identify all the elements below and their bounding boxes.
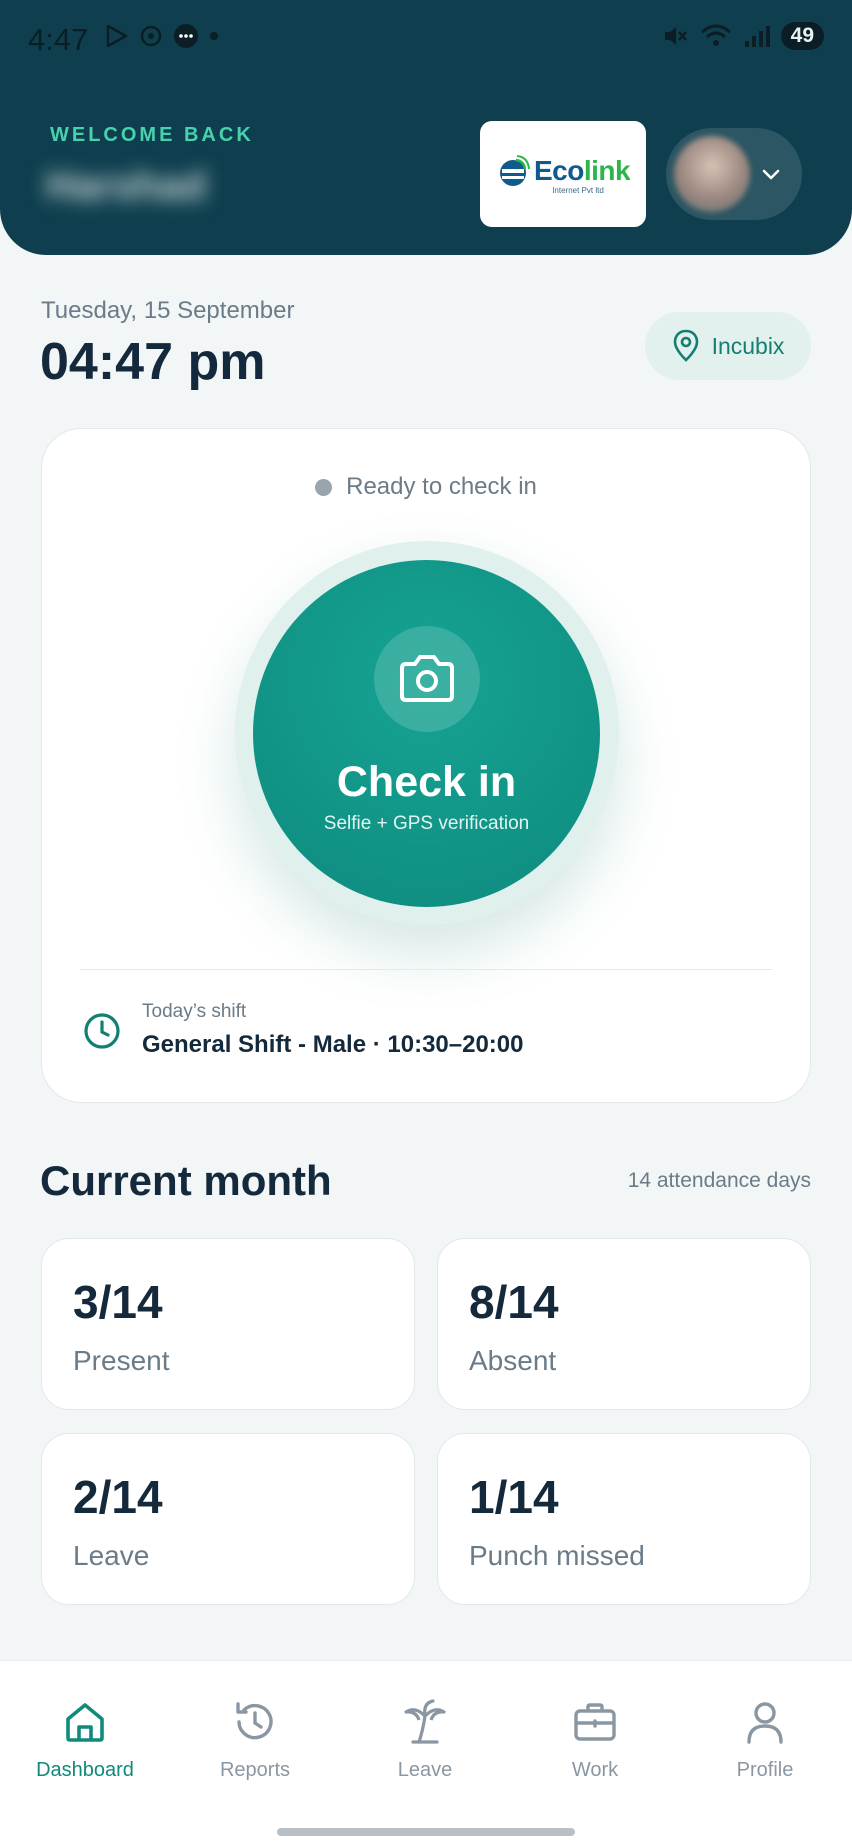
stat-value: 1/14 (469, 1471, 559, 1523)
user-icon (747, 1702, 783, 1744)
stat-value: 2/14 (73, 1471, 163, 1523)
nav-label: Leave (397, 1759, 453, 1781)
ecolink-logo-icon (499, 154, 530, 186)
checkin-status: Ready to check in (42, 473, 810, 501)
stat-card-leave[interactable]: 2/14 Leave (41, 1433, 415, 1605)
battery-indicator: 49 (780, 22, 824, 50)
stat-card-present[interactable]: 3/14 Present (41, 1238, 415, 1410)
chat-bubble-icon (174, 24, 198, 48)
history-icon (236, 1702, 273, 1740)
nav-item-leave[interactable]: Leave (340, 1697, 510, 1782)
notification-icons (104, 22, 220, 50)
avatar (674, 136, 750, 212)
more-dot-icon (210, 32, 218, 40)
app-header: 4:47 49 WELCOME BACK Harshad Ecolink Int… (0, 0, 852, 255)
palm-tree-icon (404, 1699, 446, 1744)
clock-icon (84, 1013, 120, 1049)
location-name: Incubix (711, 332, 785, 359)
camera-icon (399, 655, 454, 702)
attendance-days: 14 attendance days (627, 1169, 811, 1192)
nav-label: Work (571, 1759, 619, 1781)
current-date: Tuesday, 15 September (41, 297, 295, 324)
camera-badge (373, 626, 480, 732)
profile-menu-button[interactable] (666, 128, 802, 220)
shift-label: Today’s shift (142, 1001, 247, 1022)
checkin-card: Ready to check in Check in Selfie + GPS … (41, 428, 811, 1103)
home-icon (66, 1703, 104, 1742)
stat-label: Punch missed (469, 1540, 645, 1571)
current-time: 04:47 pm (40, 333, 266, 391)
system-status-icons: 49 (661, 22, 824, 50)
nav-item-profile[interactable]: Profile (680, 1697, 850, 1782)
company-logo: Ecolink Internet Pvt ltd (480, 121, 646, 227)
stat-card-punch-missed[interactable]: 1/14 Punch missed (437, 1433, 811, 1605)
nav-label: Dashboard (36, 1759, 134, 1781)
location-chip[interactable]: Incubix (645, 312, 811, 380)
play-store-icon (106, 24, 128, 48)
stat-value: 8/14 (469, 1276, 559, 1328)
map-pin-icon (673, 329, 698, 362)
status-dot (315, 478, 333, 496)
openai-icon (140, 25, 162, 47)
bottom-navigation: Dashboard Reports Leave Work Profile (0, 1660, 852, 1847)
stat-value: 3/14 (73, 1276, 163, 1328)
mute-icon (664, 27, 687, 45)
status-bar: 4:47 49 (0, 0, 852, 80)
home-indicator[interactable] (277, 1828, 575, 1836)
section-title: Current month (40, 1157, 332, 1204)
nav-label: Profile (736, 1759, 794, 1781)
logo-text-eco: Eco (533, 154, 584, 186)
nav-item-reports[interactable]: Reports (170, 1697, 340, 1782)
nav-item-work[interactable]: Work (510, 1697, 680, 1782)
stat-label: Absent (469, 1345, 557, 1376)
checkin-button-sublabel: Selfie + GPS verification (323, 813, 530, 834)
welcome-label: WELCOME BACK (50, 124, 254, 146)
stat-card-absent[interactable]: 8/14 Absent (437, 1238, 811, 1410)
checkin-status-text: Ready to check in (346, 473, 537, 500)
logo-text-link: link (583, 154, 631, 186)
checkin-button[interactable]: Check in Selfie + GPS verification (253, 560, 600, 907)
divider (80, 969, 772, 970)
status-time: 4:47 (28, 22, 89, 57)
company-tagline: Internet Pvt ltd (552, 185, 604, 195)
wifi-icon (700, 24, 731, 46)
stat-label: Leave (73, 1540, 150, 1571)
nav-label: Reports (219, 1759, 291, 1781)
signal-icon (744, 26, 770, 47)
briefcase-icon (574, 1703, 616, 1741)
shift-value: General Shift - Male · 10:30–20:00 (142, 1031, 524, 1058)
checkin-button-label: Check in (336, 758, 517, 806)
chevron-down-icon (762, 169, 780, 180)
nav-item-dashboard[interactable]: Dashboard (0, 1697, 170, 1782)
stat-label: Present (73, 1345, 170, 1376)
user-name: Harshad (46, 164, 207, 208)
